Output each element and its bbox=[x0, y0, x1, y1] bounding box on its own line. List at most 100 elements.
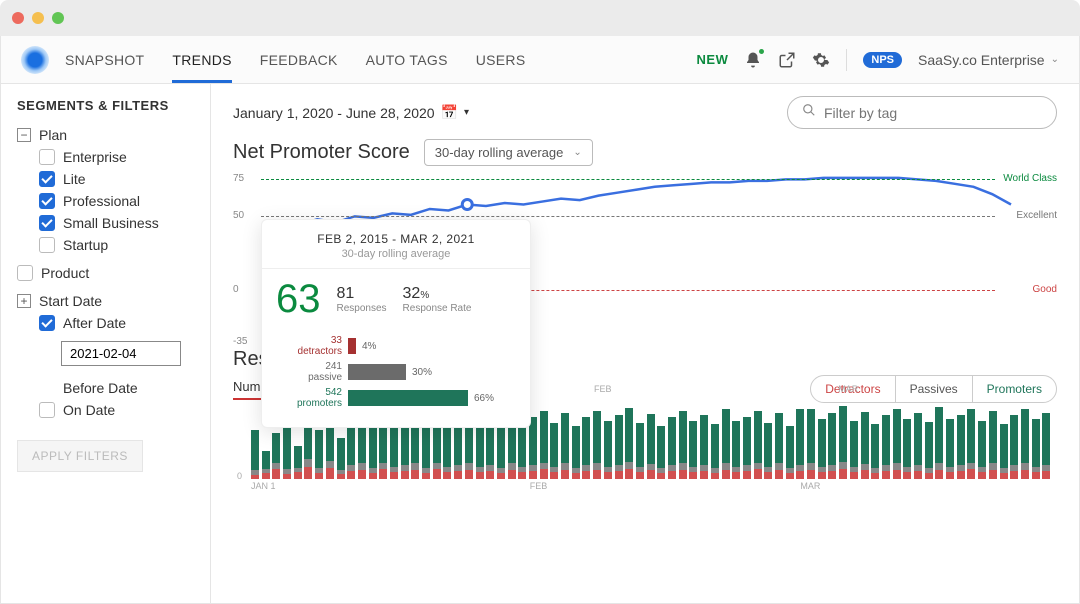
y-tick: -35 bbox=[233, 336, 247, 347]
tooltip-score: 63 bbox=[276, 279, 321, 319]
rolling-avg-select[interactable]: 30-day rolling average ⌄ bbox=[424, 139, 593, 166]
gear-icon[interactable] bbox=[812, 51, 830, 69]
checkbox[interactable] bbox=[39, 149, 55, 165]
tooltip-bar-row: 33detractors4% bbox=[276, 335, 516, 357]
opt-on-date[interactable]: On Date bbox=[39, 402, 194, 418]
checkbox-after[interactable] bbox=[39, 315, 55, 331]
stacked-col bbox=[722, 409, 730, 479]
nps-header: Net Promoter Score 30-day rolling averag… bbox=[233, 139, 1057, 166]
group-label: Start Date bbox=[39, 293, 102, 309]
date-range-text: January 1, 2020 - June 28, 2020 bbox=[233, 105, 435, 121]
stacked-x-tick: JAN 1 bbox=[251, 481, 276, 491]
checkbox[interactable] bbox=[39, 171, 55, 187]
opt-startup[interactable]: Startup bbox=[39, 237, 194, 253]
share-icon[interactable] bbox=[778, 51, 796, 69]
stacked-col bbox=[272, 433, 280, 479]
stacked-col bbox=[369, 426, 377, 479]
filter-group-product: Product bbox=[17, 265, 194, 281]
bell-icon[interactable] bbox=[744, 51, 762, 69]
opt-enterprise[interactable]: Enterprise bbox=[39, 149, 194, 165]
after-date-input[interactable] bbox=[61, 341, 181, 366]
apply-filters-button[interactable]: APPLY FILTERS bbox=[17, 440, 143, 472]
max-dot[interactable] bbox=[52, 12, 64, 24]
stacked-col bbox=[550, 423, 558, 479]
ref-label: Good bbox=[1033, 284, 1057, 295]
stacked-col bbox=[572, 426, 580, 479]
checkbox[interactable] bbox=[39, 215, 55, 231]
stacked-col bbox=[732, 421, 740, 479]
stacked-col bbox=[604, 421, 612, 479]
sidebar: SEGMENTS & FILTERS − Plan EnterpriseLite… bbox=[1, 84, 211, 603]
account-menu[interactable]: SaaSy.co Enterprise ⌄ bbox=[918, 52, 1059, 68]
mac-titlebar bbox=[0, 0, 1080, 36]
tooltip-responses: 81Responses bbox=[337, 285, 387, 314]
group-header-startdate[interactable]: + Start Date bbox=[17, 293, 194, 309]
nav-auto-tags[interactable]: AUTO TAGS bbox=[366, 37, 448, 83]
stacked-col bbox=[347, 419, 355, 479]
stacked-col bbox=[861, 412, 869, 479]
caret-down-icon: ▾ bbox=[464, 107, 469, 118]
min-dot[interactable] bbox=[32, 12, 44, 24]
chevron-down-icon: ⌄ bbox=[1051, 54, 1059, 65]
ref-label: World Class bbox=[1003, 173, 1057, 184]
tag-input[interactable] bbox=[824, 105, 1042, 121]
stacked-col bbox=[593, 411, 601, 479]
stacked-col bbox=[807, 409, 815, 479]
nav-users[interactable]: USERS bbox=[476, 37, 526, 83]
nav-snapshot[interactable]: SNAPSHOT bbox=[65, 37, 144, 83]
x-tick: FEB bbox=[594, 384, 612, 394]
group-header-plan[interactable]: − Plan bbox=[17, 127, 194, 143]
filter-group-plan: − Plan Enterprise Lite Professional Small B… bbox=[17, 127, 194, 253]
stacked-col bbox=[518, 421, 526, 479]
stacked-col bbox=[700, 415, 708, 479]
y-tick: 50 bbox=[233, 210, 244, 221]
product-row[interactable]: Product bbox=[17, 265, 194, 281]
tooltip-bars: 33detractors4%241passive30%542promoters6… bbox=[262, 327, 530, 427]
checkbox-product[interactable] bbox=[17, 265, 33, 281]
collapse-icon: − bbox=[17, 128, 31, 142]
stacked-col bbox=[871, 424, 879, 479]
stacked-x-tick: FEB bbox=[530, 481, 548, 491]
account-name: SaaSy.co Enterprise bbox=[918, 52, 1045, 68]
stacked-col bbox=[647, 414, 655, 479]
stacked-col bbox=[786, 426, 794, 479]
stacked-col bbox=[711, 424, 719, 479]
nav-trends[interactable]: TRENDS bbox=[172, 37, 231, 83]
nps-title: Net Promoter Score bbox=[233, 141, 410, 164]
segment-passives[interactable]: Passives bbox=[896, 376, 973, 402]
content: January 1, 2020 - June 28, 2020 📅 ▾ Net … bbox=[211, 84, 1079, 603]
stacked-col bbox=[893, 409, 901, 479]
startdate-options: After Date Before Date On Date bbox=[17, 315, 194, 418]
opt-small-business[interactable]: Small Business bbox=[39, 215, 194, 231]
stacked-col bbox=[903, 419, 911, 479]
stacked-col bbox=[967, 409, 975, 479]
stacked-col bbox=[337, 438, 345, 479]
checkbox[interactable] bbox=[39, 237, 55, 253]
checkbox[interactable] bbox=[39, 193, 55, 209]
close-dot[interactable] bbox=[12, 12, 24, 24]
stacked-col bbox=[818, 419, 826, 479]
stacked-col bbox=[1010, 415, 1018, 479]
stacked-col bbox=[925, 422, 933, 479]
main-nav: SNAPSHOT TRENDS FEEDBACK AUTO TAGS USERS bbox=[65, 37, 525, 83]
nav-feedback[interactable]: FEEDBACK bbox=[260, 37, 338, 83]
opt-after-date[interactable]: After Date bbox=[39, 315, 194, 331]
stacked-col bbox=[1000, 424, 1008, 479]
date-range-picker[interactable]: January 1, 2020 - June 28, 2020 📅 ▾ bbox=[233, 104, 469, 121]
stacked-col bbox=[764, 423, 772, 479]
stacked-col bbox=[529, 417, 537, 479]
app-logo[interactable] bbox=[21, 46, 49, 74]
opt-lite[interactable]: Lite bbox=[39, 171, 194, 187]
stacked-col bbox=[935, 407, 943, 479]
calendar-icon: 📅 bbox=[441, 104, 458, 121]
segment-promoters[interactable]: Promoters bbox=[973, 376, 1056, 402]
stacked-col bbox=[796, 409, 804, 479]
opt-professional[interactable]: Professional bbox=[39, 193, 194, 209]
filter-by-tag[interactable] bbox=[787, 96, 1057, 129]
topbar-right: NEW NPS SaaSy.co Enterprise ⌄ bbox=[697, 49, 1059, 71]
checkbox-on[interactable] bbox=[39, 402, 55, 418]
stacked-col bbox=[946, 419, 954, 479]
stacked-col bbox=[743, 417, 751, 479]
chevron-down-icon: ⌄ bbox=[573, 147, 581, 158]
divider bbox=[846, 49, 847, 71]
